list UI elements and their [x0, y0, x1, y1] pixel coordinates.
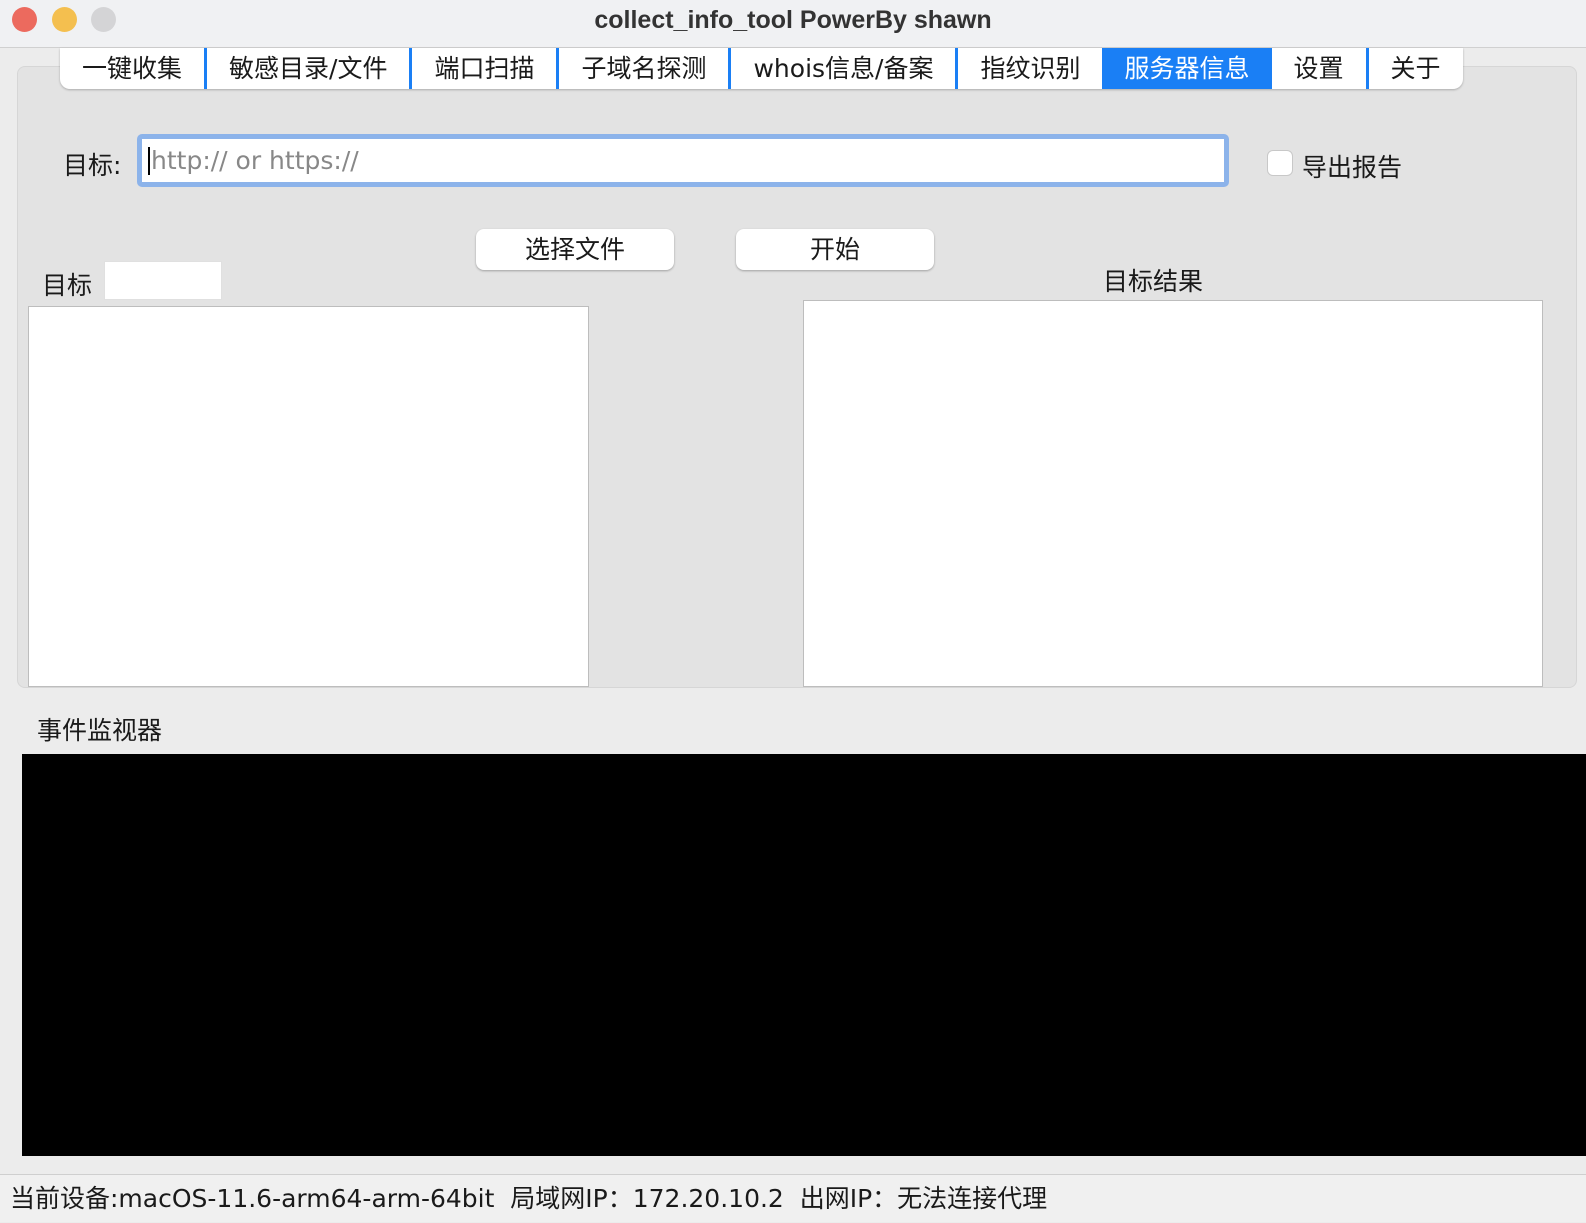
- event-monitor-label: 事件监视器: [37, 716, 163, 745]
- targets-count-field[interactable]: [104, 261, 222, 300]
- text-caret: [148, 146, 150, 175]
- tab-1[interactable]: 敏感目录/文件: [204, 48, 409, 89]
- tab-2[interactable]: 端口扫描: [409, 48, 556, 89]
- target-label: 目标:: [63, 151, 122, 180]
- tab-7[interactable]: 设置: [1272, 48, 1366, 89]
- export-report-checkbox[interactable]: [1267, 150, 1293, 176]
- tab-bar: 一键收集 敏感目录/文件 端口扫描 子域名探测 whois信息/备案 指纹识别 服务器信息设…: [60, 48, 1463, 89]
- export-report-label[interactable]: 导出报告: [1302, 148, 1402, 184]
- results-label: 目标结果: [1103, 267, 1204, 296]
- tab-4[interactable]: whois信息/备案: [728, 48, 955, 89]
- status-bar: 当前设备:macOS-11.6-arm64-arm-64bit 局域网IP：17…: [0, 1174, 1586, 1222]
- results-textarea[interactable]: [803, 300, 1543, 687]
- tab-5[interactable]: 指纹识别: [955, 48, 1102, 89]
- target-input-placeholder: http:// or https://: [151, 146, 359, 175]
- tab-6[interactable]: 服务器信息: [1102, 48, 1272, 89]
- event-monitor-console[interactable]: [22, 754, 1586, 1156]
- tab-8[interactable]: 关于: [1365, 48, 1463, 89]
- choose-file-button[interactable]: 选择文件: [476, 229, 674, 270]
- tab-3[interactable]: 子域名探测: [556, 48, 728, 89]
- targets-textarea[interactable]: [28, 306, 589, 687]
- start-button[interactable]: 开始: [736, 229, 934, 270]
- tab-0[interactable]: 一键收集: [60, 48, 204, 89]
- window-title: collect_info_tool PowerBy shawn: [594, 6, 992, 34]
- targets-label: 目标: [42, 271, 93, 300]
- target-input[interactable]: http:// or https://: [137, 134, 1229, 187]
